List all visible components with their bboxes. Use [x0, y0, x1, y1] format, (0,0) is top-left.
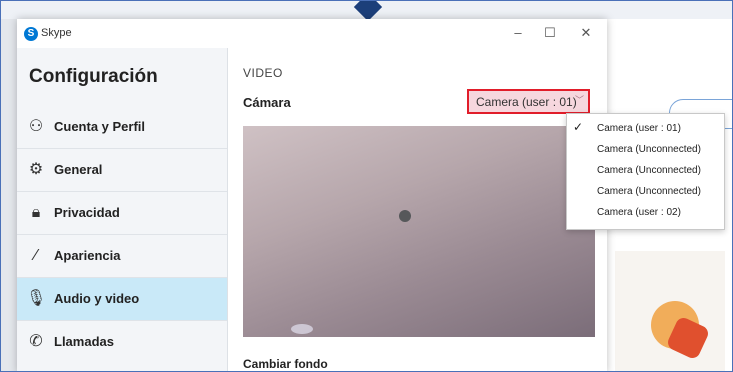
dropdown-option-label: Camera (Unconnected): [597, 165, 701, 176]
gear-icon: ⚙: [28, 161, 44, 178]
maximize-button[interactable]: ☐: [535, 22, 565, 44]
magic-wand-icon: ⁄: [34, 247, 38, 264]
callout-arrow: [353, 1, 383, 22]
camera-dropdown-menu: ✓ Camera (user : 01) Camera (Unconnected…: [566, 113, 725, 230]
sidebar-item-general[interactable]: ⚙ General: [17, 149, 227, 192]
phone-icon: ✆: [29, 333, 43, 350]
sidebar-item-audio-video[interactable]: 🎙︎ Audio y video: [17, 278, 227, 321]
dropdown-option-label: Camera (user : 01): [597, 123, 681, 134]
chevron-down-icon: ﹀: [574, 95, 584, 105]
minimize-button[interactable]: –: [503, 22, 533, 44]
dropdown-option-unconnected-1[interactable]: Camera (Unconnected): [567, 139, 724, 161]
checkmark-icon: ✓: [573, 120, 584, 134]
title-bar: S Skype – ☐ ✕: [17, 19, 607, 48]
sidebar-item-label: Audio y video: [54, 291, 140, 306]
sidebar-item-appearance[interactable]: ⁄ Apariencia: [17, 235, 227, 278]
dropdown-option-label: Camera (Unconnected): [597, 186, 701, 197]
close-button[interactable]: ✕: [571, 22, 601, 44]
window-title: Skype: [41, 27, 72, 39]
dropdown-option-label: Camera (user : 02): [597, 207, 681, 218]
dropdown-option-camera-user-01[interactable]: ✓ Camera (user : 01): [567, 118, 724, 140]
preview-light-flare: [291, 324, 313, 334]
section-heading-video: VIDEO: [243, 66, 283, 80]
sidebar-item-label: Llamadas: [54, 334, 114, 349]
sidebar-item-label: General: [54, 162, 103, 177]
camera-label: Cámara: [243, 95, 291, 110]
sidebar-item-label: Apariencia: [54, 248, 121, 263]
sidebar-item-label: Cuenta y Perfil: [54, 119, 146, 134]
sidebar-item-privacy[interactable]: 🔒︎ Privacidad: [17, 192, 227, 235]
dropdown-option-unconnected-2[interactable]: Camera (Unconnected): [567, 160, 724, 182]
sidebar-item-label: Privacidad: [54, 205, 120, 220]
preview-object: [399, 210, 411, 222]
skype-logo-icon: S: [24, 27, 38, 41]
camera-select[interactable]: Camera (user : 01) ﹀: [467, 89, 590, 114]
sidebar-item-account[interactable]: ⚇ Cuenta y Perfil: [17, 106, 227, 149]
microphone-icon: 🎙︎: [26, 290, 47, 307]
sidebar-item-calls[interactable]: ✆ Llamadas: [17, 321, 227, 363]
page-title: Configuración: [29, 66, 158, 87]
change-background-label: Cambiar fondo: [243, 357, 328, 371]
camera-preview: [243, 126, 595, 337]
settings-content: VIDEO Cámara Camera (user : 01) ﹀ Cambia…: [228, 48, 607, 371]
background-app-strip: [1, 19, 18, 371]
skype-window: S Skype – ☐ ✕ Configuración ⚇ Cuenta y P…: [17, 19, 607, 371]
camera-select-value: Camera (user : 01): [476, 95, 577, 109]
screenshot-frame: S Skype – ☐ ✕ Configuración ⚇ Cuenta y P…: [0, 0, 733, 372]
dropdown-option-label: Camera (Unconnected): [597, 144, 701, 155]
person-icon: ⚇: [28, 118, 44, 135]
dropdown-option-camera-user-02[interactable]: Camera (user : 02): [567, 202, 724, 224]
dropdown-option-unconnected-3[interactable]: Camera (Unconnected): [567, 181, 724, 203]
settings-sidebar: Configuración ⚇ Cuenta y Perfil ⚙ Genera…: [17, 48, 228, 371]
lock-icon: 🔒︎: [31, 204, 41, 221]
